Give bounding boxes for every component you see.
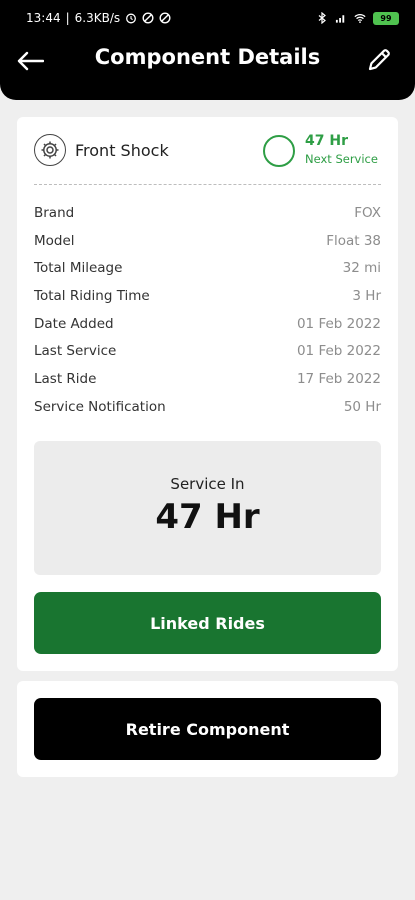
status-time: 13:44 — [26, 11, 61, 25]
spec-row-total-mileage: Total Mileage 32 mi — [34, 254, 381, 282]
spec-label: Total Mileage — [34, 260, 123, 277]
spec-row-date-added: Date Added 01 Feb 2022 — [34, 310, 381, 338]
spec-value: FOX — [354, 204, 381, 221]
app-header: 13:44 | 6.3KB/s 99 Component Details — [0, 0, 415, 100]
spec-row-brand: Brand FOX — [34, 199, 381, 227]
edit-button[interactable] — [363, 44, 395, 76]
spec-label: Model — [34, 232, 75, 249]
dnd-icon — [159, 12, 171, 24]
spec-label: Total Riding Time — [34, 287, 150, 304]
spec-list: Brand FOX Model Float 38 Total Mileage 3… — [34, 199, 381, 421]
service-in-panel: Service In 47 Hr — [34, 441, 381, 575]
spec-row-last-service: Last Service 01 Feb 2022 — [34, 337, 381, 365]
service-in-label: Service In — [170, 475, 245, 493]
spec-value: 50 Hr — [343, 398, 381, 415]
linked-rides-button[interactable]: Linked Rides — [34, 592, 381, 654]
spec-label: Last Service — [34, 343, 117, 360]
spec-label: Brand — [34, 204, 75, 221]
title-bar: Component Details — [0, 36, 415, 86]
component-header: Front Shock 47 Hr Next Service — [17, 117, 398, 185]
spec-label: Service Notification — [34, 398, 166, 415]
actions-card: Retire Component — [17, 681, 398, 777]
dnd-icon — [142, 12, 154, 24]
component-name: Front Shock — [75, 141, 169, 160]
next-service-label: Next Service — [305, 152, 378, 166]
spec-value: 32 mi — [342, 260, 381, 277]
network-speed: 6.3KB/s — [74, 11, 121, 25]
spec-value: 01 Feb 2022 — [296, 315, 381, 332]
pencil-icon — [368, 49, 390, 71]
battery-indicator: 99 — [373, 11, 399, 25]
spec-row-total-riding-time: Total Riding Time 3 Hr — [34, 282, 381, 310]
next-service-value: 47 Hr — [305, 133, 348, 149]
spec-row-last-ride: Last Ride 17 Feb 2022 — [34, 365, 381, 393]
spec-row-model: Model Float 38 — [34, 227, 381, 255]
status-bar: 13:44 | 6.3KB/s 99 — [0, 0, 415, 36]
bluetooth-icon — [316, 12, 328, 24]
component-card: Front Shock 47 Hr Next Service Brand FOX… — [17, 117, 398, 671]
service-ring-icon — [263, 135, 295, 167]
spec-label: Last Ride — [34, 370, 97, 387]
dashed-divider — [34, 184, 381, 185]
spec-value: Float 38 — [326, 232, 381, 249]
wifi-icon — [354, 12, 366, 24]
service-in-value: 47 Hr — [155, 497, 260, 537]
retire-component-button[interactable]: Retire Component — [34, 698, 381, 760]
alarm-icon — [125, 12, 137, 24]
gear-icon — [34, 134, 66, 166]
spec-label: Date Added — [34, 315, 114, 332]
spec-value: 17 Feb 2022 — [296, 370, 381, 387]
spec-row-service-notification: Service Notification 50 Hr — [34, 393, 381, 421]
page-title: Component Details — [94, 45, 321, 69]
signal-icon — [335, 12, 347, 24]
spec-value: 3 Hr — [352, 287, 381, 304]
spec-value: 01 Feb 2022 — [296, 343, 381, 360]
